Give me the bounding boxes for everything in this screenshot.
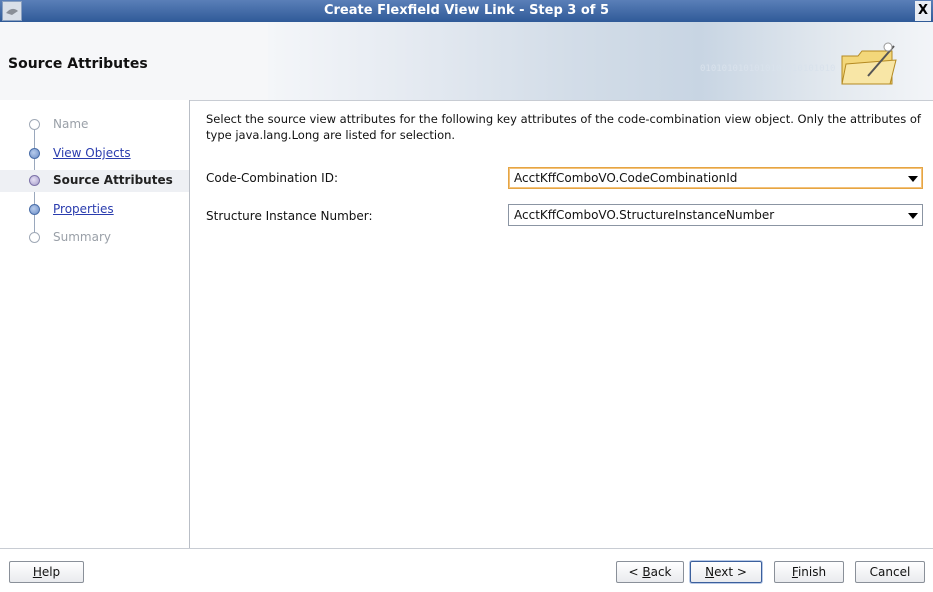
- chevron-down-icon[interactable]: [908, 213, 918, 219]
- back-button[interactable]: < Back: [616, 561, 684, 583]
- finish-button[interactable]: Finish: [774, 561, 844, 583]
- close-icon[interactable]: X: [915, 1, 931, 21]
- next-button[interactable]: Next >: [690, 561, 762, 583]
- help-button[interactable]: Help: [9, 561, 84, 583]
- wizard-header: 0101010101010101010101010 Source Attribu…: [0, 22, 933, 101]
- wizard-content: Select the source view attributes for th…: [190, 100, 933, 548]
- step-indicator-icon: [29, 119, 40, 130]
- header-binary-decoration: 0101010101010101010101010: [700, 64, 836, 74]
- selected-value: AcctKffComboVO.StructureInstanceNumber: [514, 208, 775, 222]
- step-indicator-icon: [29, 232, 40, 243]
- nav-item-label: Name: [53, 117, 89, 131]
- back-label: ack: [650, 565, 672, 579]
- next-label: ext >: [714, 565, 747, 579]
- nav-item-properties[interactable]: Properties: [0, 199, 189, 221]
- step-indicator-icon: [29, 148, 40, 159]
- cancel-button[interactable]: Cancel: [855, 561, 925, 583]
- back-prefix: <: [628, 565, 643, 579]
- nav-item-label[interactable]: Properties: [53, 202, 114, 216]
- finish-label: inish: [797, 565, 827, 579]
- window-title: Create Flexfield View Link - Step 3 of 5: [323, 3, 610, 18]
- structure-instance-number-select[interactable]: AcctKffComboVO.StructureInstanceNumber: [508, 204, 923, 226]
- back-mnemonic: B: [642, 565, 651, 579]
- nav-item-view-objects[interactable]: View Objects: [0, 143, 189, 165]
- folder-icon: [841, 42, 897, 85]
- help-mnemonic: H: [32, 565, 42, 579]
- next-mnemonic: N: [705, 565, 715, 579]
- header-graphic: [268, 22, 933, 100]
- chevron-down-icon[interactable]: [908, 176, 918, 182]
- nav-item-name: Name: [0, 114, 189, 136]
- nav-item-label: Summary: [53, 230, 111, 244]
- code-combination-id-label: Code-Combination ID:: [206, 171, 338, 185]
- wizard-nav: Name View Objects Source Attributes Prop…: [0, 100, 190, 548]
- nav-item-label: Source Attributes: [53, 173, 173, 187]
- page-title: Source Attributes: [8, 56, 148, 72]
- nav-item-label[interactable]: View Objects: [53, 146, 131, 160]
- step-indicator-icon: [29, 175, 40, 186]
- selected-value: AcctKffComboVO.CodeCombinationId: [514, 171, 738, 185]
- step-indicator-icon: [29, 204, 40, 215]
- nav-item-summary: Summary: [0, 227, 189, 249]
- instructions-text: Select the source view attributes for th…: [206, 112, 921, 142]
- code-combination-id-select[interactable]: AcctKffComboVO.CodeCombinationId: [508, 167, 923, 189]
- help-label: elp: [41, 565, 61, 579]
- structure-instance-number-label: Structure Instance Number:: [206, 209, 373, 223]
- wizard-footer: Help < Back Next > Finish Cancel: [0, 548, 933, 592]
- nav-item-source-attributes[interactable]: Source Attributes: [0, 170, 189, 192]
- title-bar[interactable]: Create Flexfield View Link - Step 3 of 5…: [0, 0, 933, 22]
